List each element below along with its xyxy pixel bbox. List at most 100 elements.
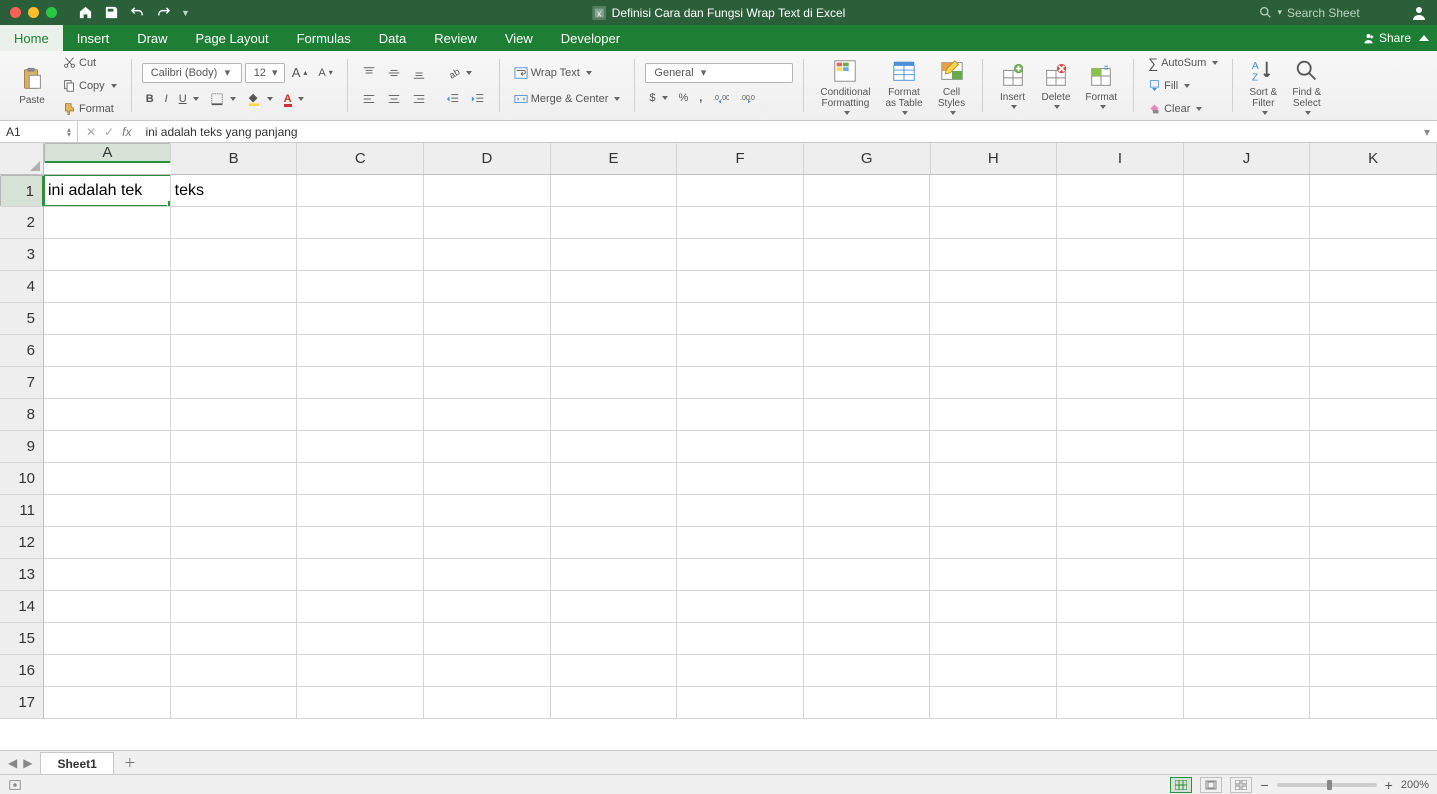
cell[interactable] [297,559,424,590]
cell[interactable] [930,495,1057,526]
cell[interactable] [1184,687,1311,718]
cell[interactable] [804,495,931,526]
row-header[interactable]: 13 [0,559,44,591]
cell[interactable] [551,239,678,270]
cell[interactable] [44,623,171,654]
expand-formula-icon[interactable]: ▾ [1417,125,1437,139]
cell[interactable] [171,527,298,558]
cell[interactable] [297,175,424,206]
cell[interactable] [1184,559,1311,590]
cell[interactable] [930,271,1057,302]
column-header[interactable]: D [424,143,551,174]
share-button[interactable]: Share [1362,31,1411,45]
cell[interactable] [1310,271,1437,302]
cell[interactable] [551,207,678,238]
cell[interactable] [1310,687,1437,718]
cell[interactable] [930,655,1057,686]
cell[interactable] [677,591,804,622]
cell[interactable] [44,271,171,302]
cell[interactable] [930,303,1057,334]
underline-button[interactable]: U [175,88,203,110]
row-header[interactable]: 10 [0,463,44,495]
paste-button[interactable]: Paste [12,65,52,106]
cell[interactable] [1184,591,1311,622]
bold-button[interactable]: B [142,88,158,110]
cell[interactable]: ini adalah tek [44,175,171,206]
cell[interactable] [804,463,931,494]
cell[interactable] [551,527,678,558]
tab-home[interactable]: Home [0,25,63,51]
font-size-select[interactable]: 12▾ [245,63,285,83]
increase-font-icon[interactable]: A▴ [288,62,312,84]
cell[interactable] [551,367,678,398]
font-color-button[interactable]: A [280,88,308,110]
user-icon[interactable] [1411,5,1427,21]
cell[interactable] [1057,463,1184,494]
cell[interactable] [44,303,171,334]
row-header[interactable]: 16 [0,655,44,687]
cell[interactable] [551,687,678,718]
row-header[interactable]: 6 [0,335,44,367]
cell[interactable] [44,399,171,430]
cell[interactable] [297,399,424,430]
cell[interactable] [804,559,931,590]
page-break-view-icon[interactable] [1230,777,1252,793]
tab-draw[interactable]: Draw [123,25,181,51]
normal-view-icon[interactable] [1170,777,1192,793]
zoom-out-icon[interactable]: − [1260,777,1268,793]
cell[interactable] [551,559,678,590]
cell[interactable] [677,559,804,590]
cell[interactable] [804,527,931,558]
merge-center-button[interactable]: Merge & Center [510,88,625,110]
zoom-slider[interactable] [1277,783,1377,787]
cell[interactable] [171,335,298,366]
column-header[interactable]: K [1310,143,1437,174]
cell[interactable] [551,655,678,686]
cell[interactable] [424,399,551,430]
cell[interactable] [1310,175,1437,206]
cell[interactable] [1057,655,1184,686]
column-header[interactable]: I [1057,143,1184,174]
cell[interactable] [1184,207,1311,238]
column-header[interactable]: F [677,143,804,174]
column-header[interactable]: J [1184,143,1311,174]
search-sheet[interactable]: ▾ [1259,6,1397,20]
cell[interactable] [171,207,298,238]
tab-review[interactable]: Review [420,25,491,51]
autosum-button[interactable]: ∑AutoSum [1144,52,1222,74]
cell[interactable] [424,527,551,558]
row-header[interactable]: 9 [0,431,44,463]
cell[interactable] [424,591,551,622]
row-header[interactable]: 14 [0,591,44,623]
tab-data[interactable]: Data [365,25,420,51]
cell[interactable] [804,303,931,334]
cell[interactable] [551,399,678,430]
home-icon[interactable] [77,5,93,21]
cell[interactable] [677,175,804,206]
decrease-indent-icon[interactable] [442,88,464,110]
window-controls[interactable] [0,7,57,18]
cell[interactable] [930,623,1057,654]
cell[interactable] [297,591,424,622]
cell[interactable] [297,623,424,654]
cell[interactable] [297,271,424,302]
cell[interactable] [677,399,804,430]
cell[interactable] [551,175,678,206]
row-header[interactable]: 11 [0,495,44,527]
cell[interactable] [551,495,678,526]
format-cells-button[interactable]: Format [1079,62,1123,109]
align-left-icon[interactable] [358,88,380,110]
cell[interactable] [1310,495,1437,526]
cell[interactable] [424,175,551,206]
wrap-text-button[interactable]: Wrap Text [510,62,596,84]
cell[interactable] [677,207,804,238]
fx-icon[interactable]: fx [122,125,131,139]
row-header[interactable]: 15 [0,623,44,655]
cell[interactable] [1310,527,1437,558]
cell[interactable] [44,495,171,526]
cell[interactable] [1057,623,1184,654]
cell[interactable] [44,527,171,558]
tab-view[interactable]: View [491,25,547,51]
cell[interactable] [551,463,678,494]
cell[interactable] [1057,207,1184,238]
